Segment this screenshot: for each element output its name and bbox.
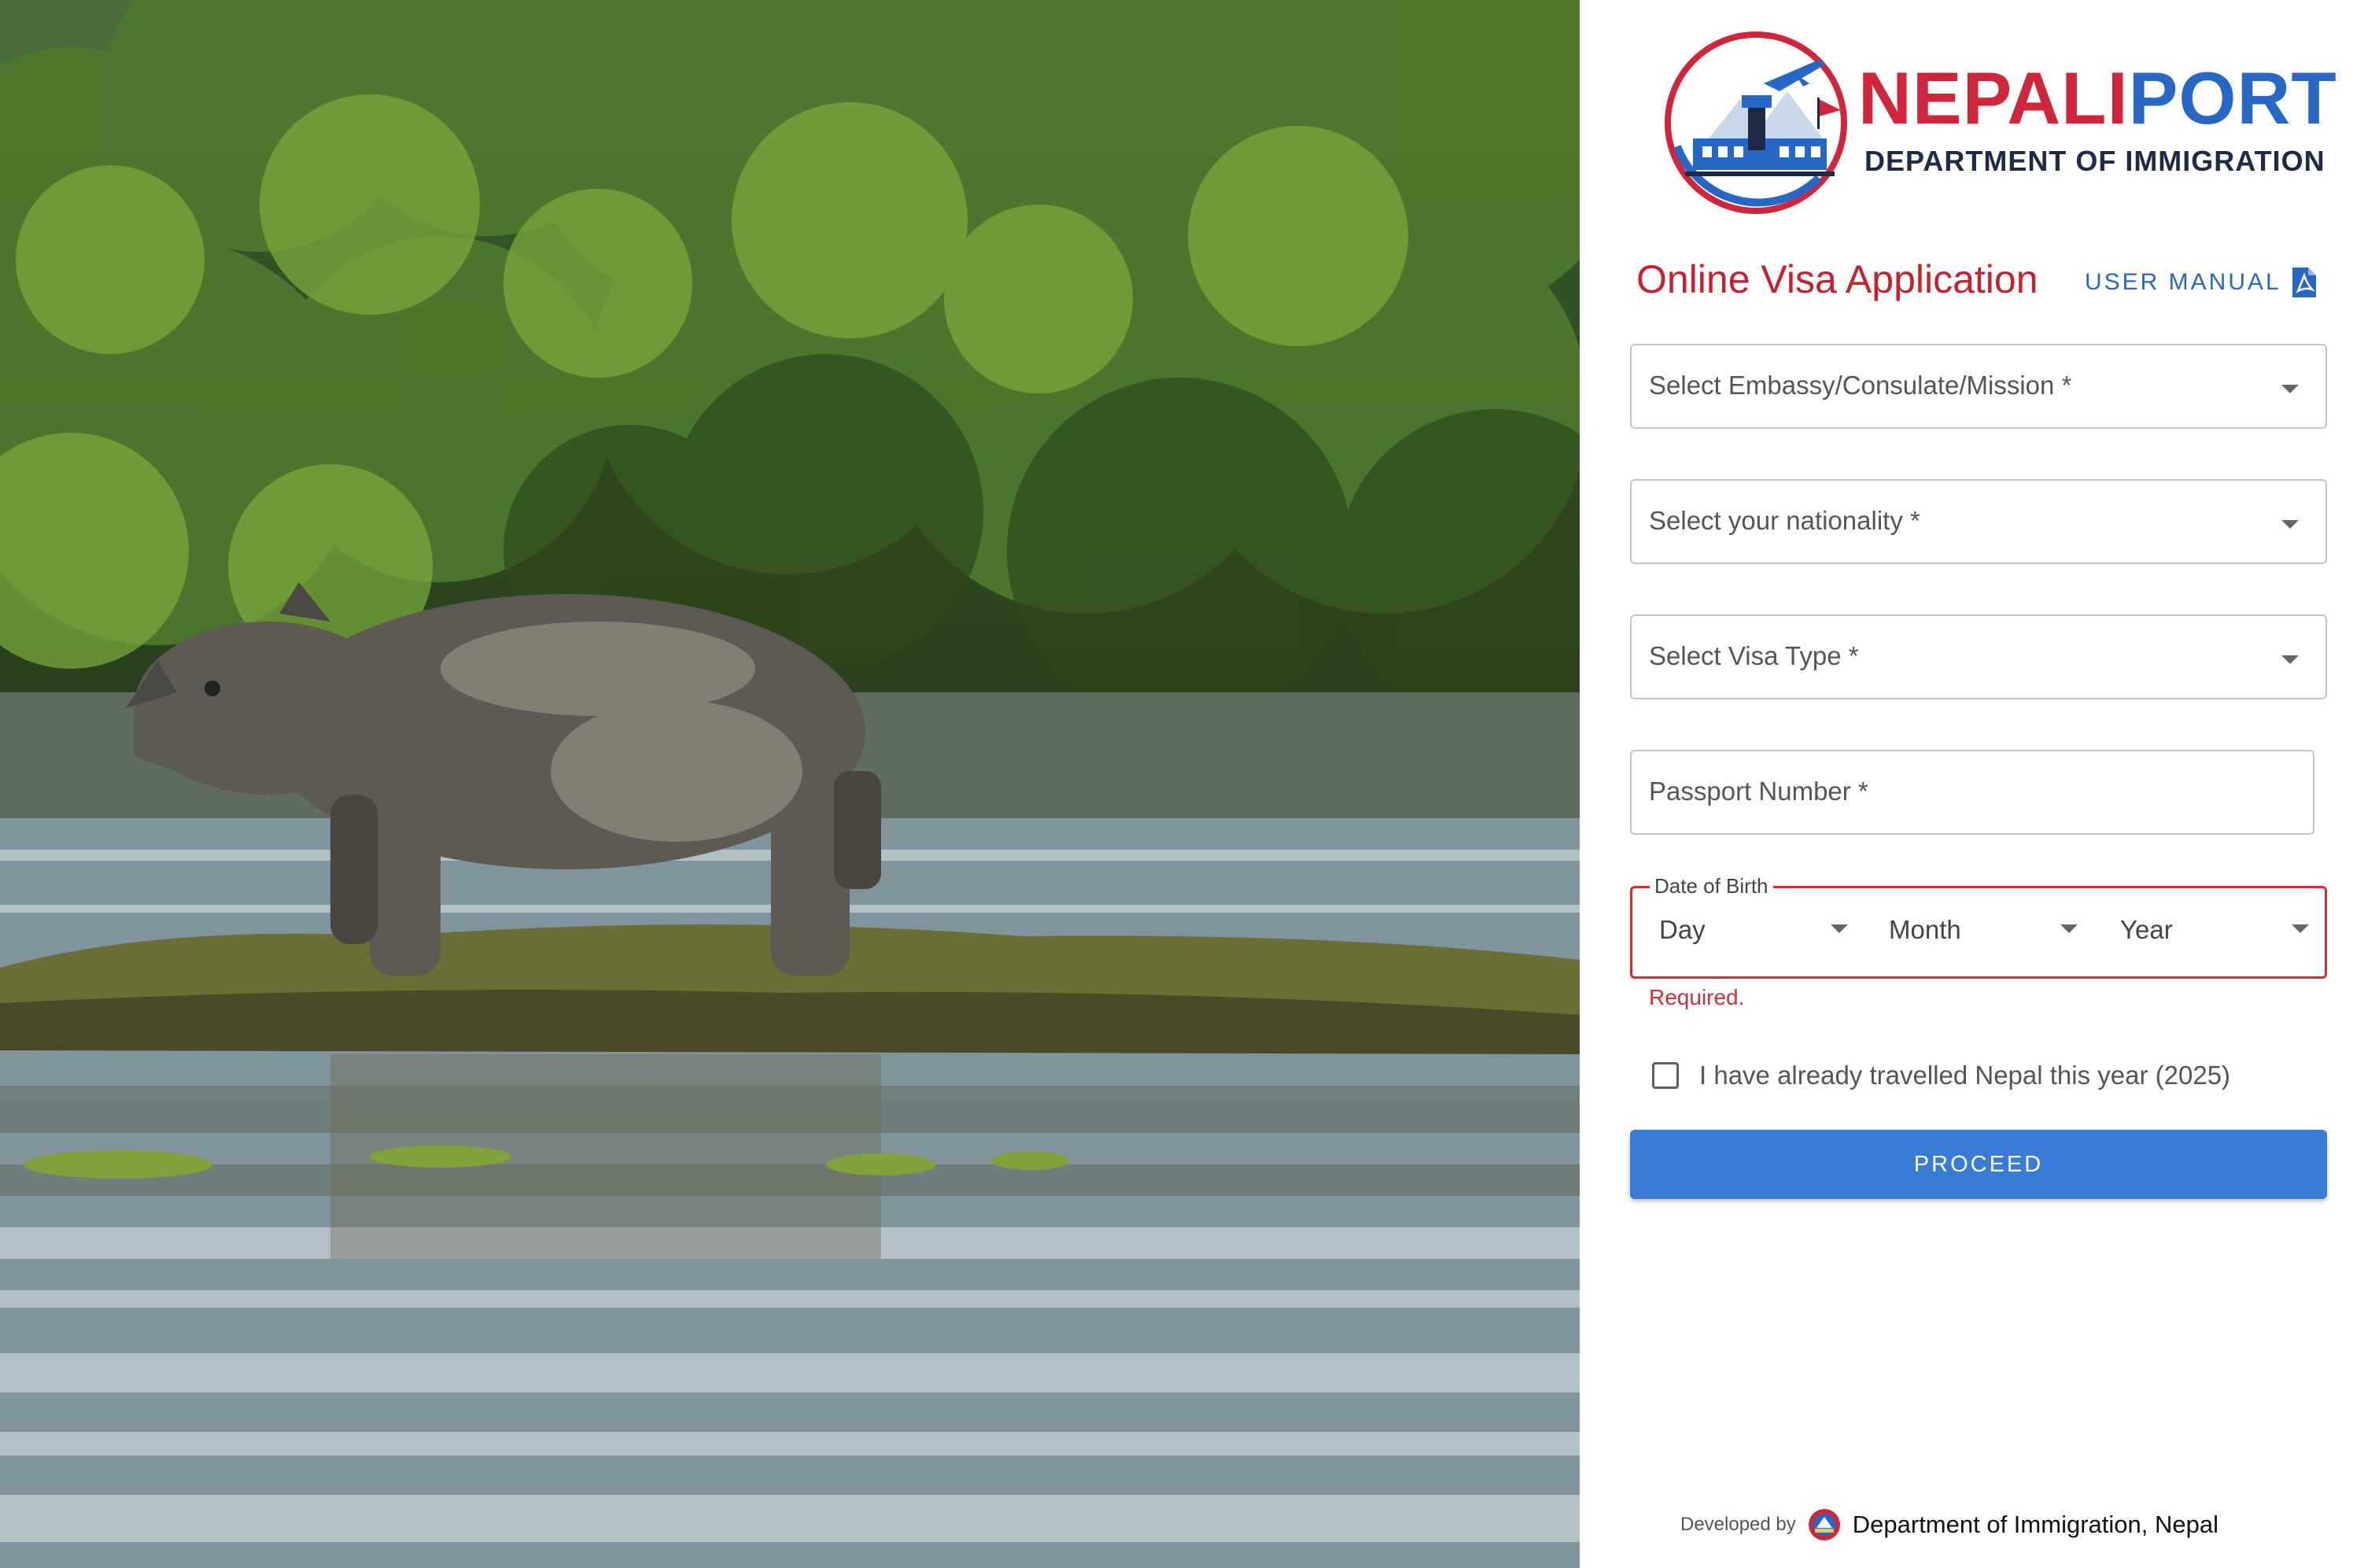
visa-type-select-placeholder: Select Visa Type *	[1649, 641, 1859, 670]
chevron-down-icon	[1831, 924, 1848, 933]
page-title: Online Visa Application	[1636, 257, 2038, 301]
user-manual-link[interactable]: USER MANUAL	[2085, 266, 2318, 299]
application-panel: NEPALIPORT DEPARTMENT OF IMMIGRATION Onl…	[1580, 0, 2353, 1568]
brand-name-part2: PORT	[2128, 57, 2337, 139]
chevron-down-icon	[2060, 924, 2078, 933]
date-of-birth-label: Date of Birth	[1650, 874, 1773, 898]
rhino-landscape-illustration	[0, 0, 1580, 1568]
proceed-button[interactable]: PROCEED	[1630, 1130, 2327, 1199]
travelled-this-year-checkbox[interactable]	[1652, 1062, 1679, 1089]
travelled-this-year-label: I have already travelled Nepal this year…	[1699, 1061, 2231, 1090]
dob-day-label: Day	[1659, 915, 1706, 944]
passport-number-placeholder: Passport Number *	[1649, 777, 1868, 806]
date-of-birth-group: Date of Birth Day Month Year	[1630, 874, 2327, 979]
dob-month-label: Month	[1889, 915, 1961, 944]
airport-emblem-icon	[1665, 31, 1847, 214]
nationality-select[interactable]: Select your nationality *	[1630, 479, 2327, 564]
chevron-down-icon	[2281, 385, 2299, 393]
passport-number-input[interactable]: Passport Number *	[1630, 750, 2314, 835]
footer-credit: Developed by Department of Immigration, …	[1680, 1507, 2218, 1542]
embassy-select-placeholder: Select Embassy/Consulate/Mission *	[1649, 371, 2072, 400]
developer-organization: Department of Immigration, Nepal	[1852, 1511, 2218, 1538]
nepaliport-logo: NEPALIPORT DEPARTMENT OF IMMIGRATION	[1661, 28, 2338, 217]
background-photo-rhino	[0, 0, 1580, 1568]
dob-day-select[interactable]: Day	[1659, 907, 1848, 959]
brand-name: NEPALIPORT	[1858, 61, 2337, 135]
user-manual-label: USER MANUAL	[2085, 269, 2281, 295]
dob-year-label: Year	[2120, 915, 2173, 944]
pdf-icon	[2292, 267, 2316, 297]
chevron-down-icon	[2292, 924, 2309, 933]
chevron-down-icon	[2281, 655, 2299, 664]
nationality-select-placeholder: Select your nationality *	[1649, 506, 1920, 535]
brand-subtitle: DEPARTMENT OF IMMIGRATION	[1864, 145, 2325, 177]
embassy-select[interactable]: Select Embassy/Consulate/Mission *	[1630, 344, 2327, 429]
developed-by-label: Developed by	[1680, 1514, 1796, 1535]
brand-name-part1: NEPALI	[1858, 57, 2129, 139]
chevron-down-icon	[2281, 520, 2299, 529]
visa-type-select[interactable]: Select Visa Type *	[1630, 614, 2327, 699]
dob-year-select[interactable]: Year	[2120, 907, 2309, 959]
dob-month-select[interactable]: Month	[1889, 907, 2078, 959]
nepal-emblem-icon	[1808, 1509, 1840, 1540]
dob-error-message: Required.	[1649, 985, 1745, 1009]
travelled-this-year-option[interactable]: I have already travelled Nepal this year…	[1652, 1061, 2230, 1090]
